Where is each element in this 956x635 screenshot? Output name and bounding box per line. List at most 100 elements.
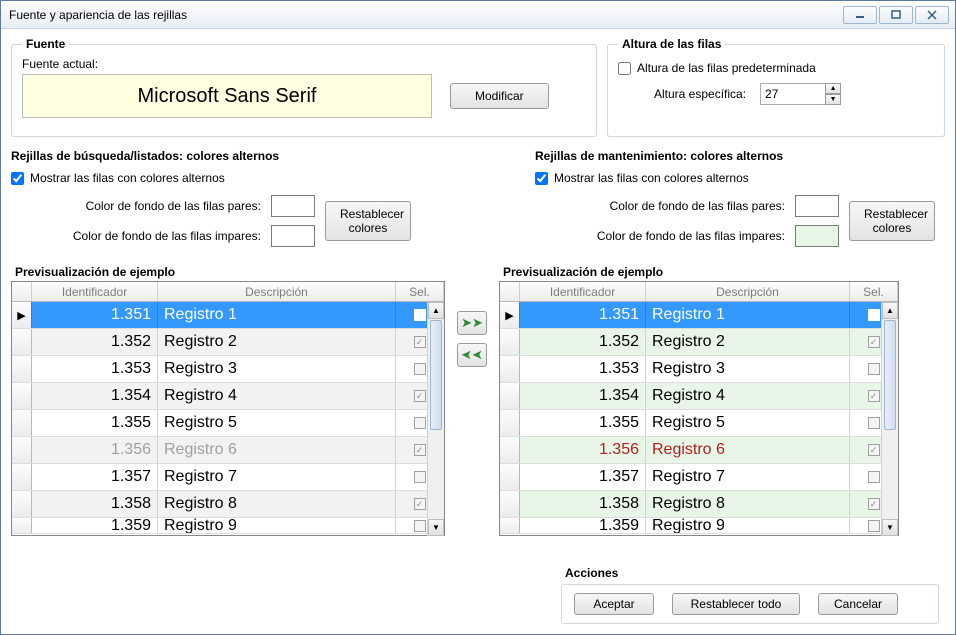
scroll-up-button[interactable]: ▲: [882, 302, 898, 319]
specific-height-spinner: ▲ ▼: [825, 83, 841, 105]
maint-grids-colors: Mostrar las filas con colores alternos C…: [535, 167, 941, 251]
cell-id: 1.358: [32, 491, 158, 517]
row-checkbox[interactable]: [868, 417, 880, 429]
accept-button[interactable]: Aceptar: [574, 593, 654, 615]
cell-desc: Registro 7: [646, 464, 850, 490]
search-alt-checkbox[interactable]: [11, 172, 24, 185]
dialog-content: Fuente Fuente actual: Microsoft Sans Ser…: [1, 29, 955, 634]
col-header-id[interactable]: Identificador: [520, 282, 646, 301]
col-header-desc[interactable]: Descripción: [646, 282, 850, 301]
table-row[interactable]: 1.353Registro 3: [12, 356, 444, 383]
scroll-thumb[interactable]: [884, 320, 896, 430]
grid-body: ▶1.351Registro 11.352Registro 2✓1.353Reg…: [12, 302, 444, 536]
scroll-down-button[interactable]: ▼: [428, 519, 444, 536]
grid-header: Identificador Descripción Sel.: [12, 282, 444, 302]
maint-alt-checkbox[interactable]: [535, 172, 548, 185]
cell-id: 1.355: [32, 410, 158, 436]
vertical-scrollbar[interactable]: ▲ ▼: [427, 302, 444, 536]
maint-odd-color-swatch[interactable]: [795, 225, 839, 247]
row-checkbox[interactable]: ✓: [414, 336, 426, 348]
spinner-down-button[interactable]: ▼: [825, 94, 841, 105]
col-header-sel[interactable]: Sel.: [396, 282, 444, 301]
search-odd-label: Color de fondo de las filas impares:: [11, 221, 271, 251]
row-header-col: [12, 282, 32, 301]
table-row[interactable]: 1.358Registro 8✓: [12, 491, 444, 518]
col-header-sel[interactable]: Sel.: [850, 282, 898, 301]
copy-left-button[interactable]: ➤➤: [457, 343, 487, 367]
table-row[interactable]: 1.353Registro 3: [500, 356, 898, 383]
table-row[interactable]: 1.359Registro 9: [12, 518, 444, 534]
row-indicator: [500, 437, 520, 463]
cell-desc: Registro 6: [646, 437, 850, 463]
row-checkbox[interactable]: [414, 363, 426, 375]
table-row[interactable]: 1.357Registro 7: [12, 464, 444, 491]
default-row-height-label: Altura de las filas predeterminada: [637, 61, 816, 75]
maint-even-label: Color de fondo de las filas pares:: [535, 191, 795, 221]
modify-font-button[interactable]: Modificar: [450, 83, 549, 109]
row-checkbox[interactable]: ✓: [868, 498, 880, 510]
search-even-color-swatch[interactable]: [271, 195, 315, 217]
table-row[interactable]: 1.355Registro 5: [12, 410, 444, 437]
row-indicator: ▶: [500, 302, 520, 328]
col-header-id[interactable]: Identificador: [32, 282, 158, 301]
row-checkbox[interactable]: ✓: [868, 444, 880, 456]
table-row[interactable]: 1.352Registro 2✓: [500, 329, 898, 356]
scroll-thumb[interactable]: [430, 320, 442, 430]
row-checkbox[interactable]: ✓: [868, 336, 880, 348]
search-odd-color-swatch[interactable]: [271, 225, 315, 247]
scroll-down-button[interactable]: ▼: [882, 519, 898, 536]
row-checkbox[interactable]: [868, 309, 880, 321]
col-header-desc[interactable]: Descripción: [158, 282, 396, 301]
vertical-scrollbar[interactable]: ▲ ▼: [881, 302, 898, 536]
cell-id: 1.353: [520, 356, 646, 382]
table-row[interactable]: 1.359Registro 9: [500, 518, 898, 534]
table-row[interactable]: ▶1.351Registro 1: [12, 302, 444, 329]
row-checkbox[interactable]: [868, 471, 880, 483]
row-indicator: [500, 329, 520, 355]
row-checkbox[interactable]: [414, 471, 426, 483]
cell-desc: Registro 8: [646, 491, 850, 517]
table-row[interactable]: 1.354Registro 4✓: [500, 383, 898, 410]
table-row[interactable]: 1.358Registro 8✓: [500, 491, 898, 518]
row-checkbox[interactable]: [868, 363, 880, 375]
row-checkbox[interactable]: ✓: [414, 498, 426, 510]
scroll-up-button[interactable]: ▲: [428, 302, 444, 319]
copy-right-button[interactable]: ➤➤: [457, 311, 487, 335]
cell-desc: Registro 6: [158, 437, 396, 463]
row-height-group: Altura de las filas Altura de las filas …: [607, 37, 945, 137]
default-row-height-checkbox[interactable]: [618, 62, 631, 75]
table-row[interactable]: 1.356Registro 6✓: [500, 437, 898, 464]
row-indicator: [500, 383, 520, 409]
row-indicator: [12, 491, 32, 517]
font-preview: Microsoft Sans Serif: [22, 74, 432, 118]
table-row[interactable]: ▶1.351Registro 1: [500, 302, 898, 329]
reset-all-button[interactable]: Restablecer todo: [672, 593, 800, 615]
minimize-button[interactable]: [843, 6, 877, 24]
close-button[interactable]: [915, 6, 949, 24]
table-row[interactable]: 1.355Registro 5: [500, 410, 898, 437]
table-row[interactable]: 1.354Registro 4✓: [12, 383, 444, 410]
specific-height-input[interactable]: [760, 83, 826, 105]
spinner-up-button[interactable]: ▲: [825, 83, 841, 94]
font-group: Fuente Fuente actual: Microsoft Sans Ser…: [11, 37, 597, 137]
row-checkbox[interactable]: [414, 417, 426, 429]
row-checkbox[interactable]: [868, 520, 880, 532]
row-checkbox[interactable]: ✓: [868, 390, 880, 402]
maximize-button[interactable]: [879, 6, 913, 24]
maint-odd-label: Color de fondo de las filas impares:: [535, 221, 795, 251]
row-checkbox[interactable]: [414, 520, 426, 532]
maint-preview-grid: Identificador Descripción Sel. ▶1.351Reg…: [499, 281, 899, 536]
search-restore-colors-button[interactable]: Restablecer colores: [325, 201, 411, 241]
maint-restore-colors-button[interactable]: Restablecer colores: [849, 201, 935, 241]
table-row[interactable]: 1.356Registro 6✓: [12, 437, 444, 464]
row-height-group-title: Altura de las filas: [618, 37, 725, 51]
table-row[interactable]: 1.357Registro 7: [500, 464, 898, 491]
row-checkbox[interactable]: ✓: [414, 390, 426, 402]
cell-id: 1.359: [32, 518, 158, 533]
table-row[interactable]: 1.352Registro 2✓: [12, 329, 444, 356]
cancel-button[interactable]: Cancelar: [818, 593, 898, 615]
maint-even-color-swatch[interactable]: [795, 195, 839, 217]
search-preview-grid: Identificador Descripción Sel. ▶1.351Reg…: [11, 281, 445, 536]
row-checkbox[interactable]: [414, 309, 426, 321]
row-checkbox[interactable]: ✓: [414, 444, 426, 456]
